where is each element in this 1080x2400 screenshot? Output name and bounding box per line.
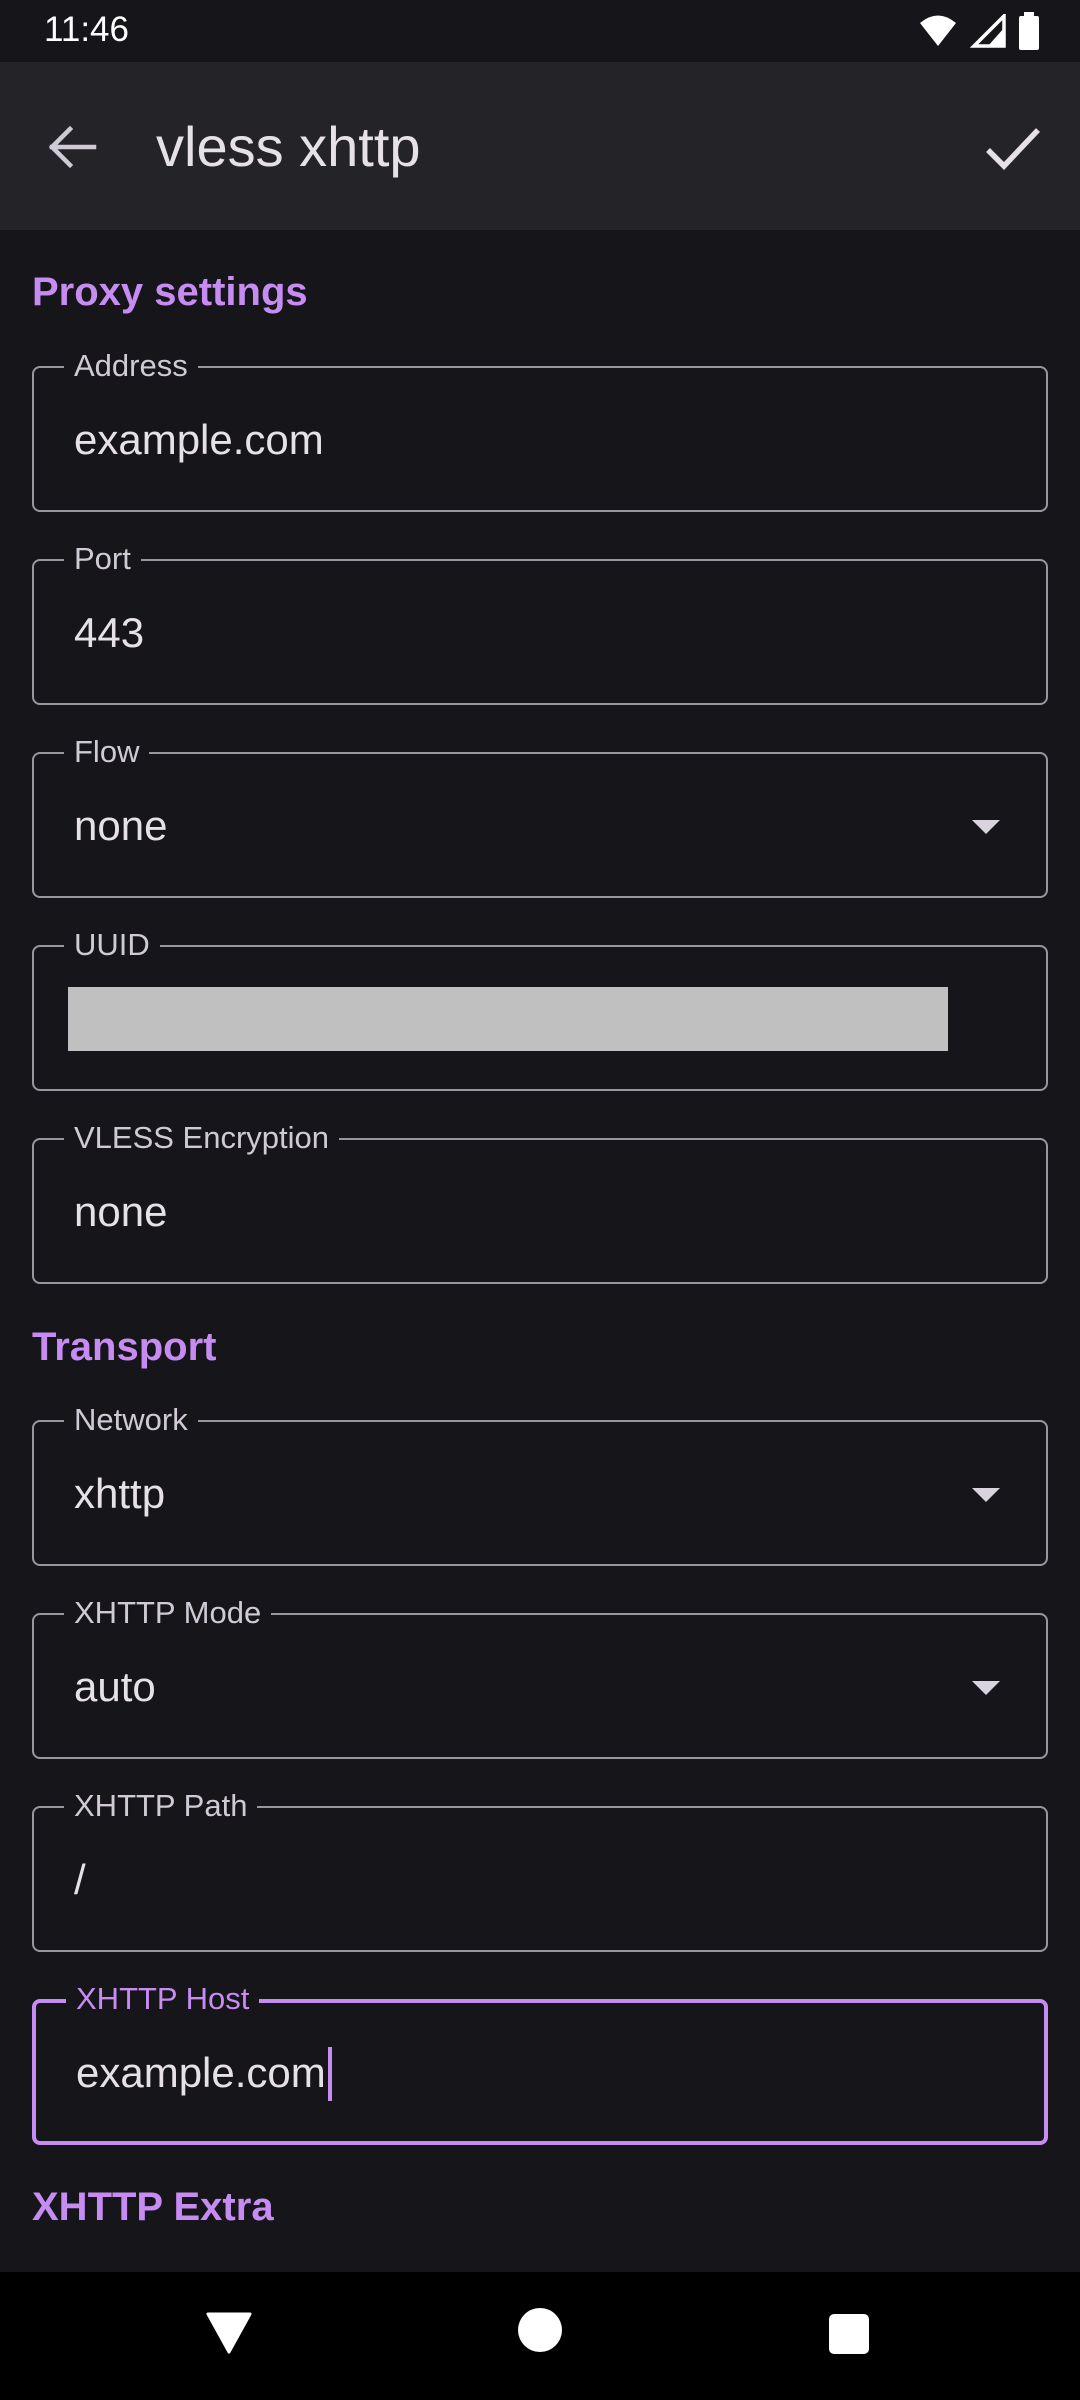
xhttp-mode-label: XHTTP Mode	[64, 1593, 272, 1633]
status-bar: 11:46	[0, 0, 1080, 62]
network-dropdown[interactable]: Network xhttp	[32, 1400, 1048, 1566]
text-cursor	[327, 2047, 332, 2101]
flow-value: none	[74, 802, 168, 849]
vless-encryption-value: none	[74, 1188, 168, 1235]
xhttp-host-value: example.com	[76, 2049, 326, 2097]
vless-encryption-field[interactable]: VLESS Encryption none	[32, 1118, 1048, 1284]
nav-recents-icon[interactable]	[829, 2314, 869, 2354]
nav-back-icon	[206, 2312, 252, 2354]
port-value: 443	[74, 609, 145, 656]
uuid-label: UUID	[64, 925, 160, 965]
port-field[interactable]: Port 443	[32, 539, 1048, 705]
section-title-proxy-settings: Proxy settings	[32, 270, 308, 314]
dropdown-arrow-icon	[972, 820, 1000, 834]
address-label: Address	[64, 346, 198, 386]
save-button[interactable]	[974, 110, 1050, 186]
nav-home-icon[interactable]	[518, 2308, 562, 2352]
section-title-xhttp-extra: XHTTP Extra	[32, 2185, 274, 2229]
network-label: Network	[64, 1400, 198, 1440]
port-label: Port	[64, 539, 141, 579]
dropdown-arrow-icon	[972, 1681, 1000, 1695]
page-title: vless xhttp	[156, 115, 421, 178]
xhttp-path-value: /	[74, 1856, 86, 1903]
vless-encryption-label: VLESS Encryption	[64, 1118, 340, 1158]
back-button[interactable]	[36, 112, 106, 182]
network-value: xhttp	[74, 1470, 166, 1517]
uuid-field[interactable]: UUID	[32, 925, 1048, 1091]
flow-label: Flow	[64, 732, 150, 772]
battery-icon	[1019, 12, 1039, 50]
xhttp-path-label: XHTTP Path	[64, 1786, 258, 1826]
nav-back-button[interactable]	[204, 2308, 254, 2358]
xhttp-host-field[interactable]: XHTTP Host example.com	[32, 1979, 1048, 2145]
dropdown-arrow-icon	[972, 1488, 1000, 1502]
xhttp-mode-dropdown[interactable]: XHTTP Mode auto	[32, 1593, 1048, 1759]
check-icon	[986, 128, 1040, 170]
status-icons	[918, 12, 1040, 50]
flow-dropdown[interactable]: Flow none	[32, 732, 1048, 898]
cell-signal-icon	[970, 14, 1006, 48]
xhttp-path-field[interactable]: XHTTP Path /	[32, 1786, 1048, 1952]
wifi-icon	[920, 15, 956, 46]
status-time: 11:46	[44, 10, 129, 49]
arrow-back-icon	[48, 125, 97, 169]
address-value: example.com	[74, 416, 324, 463]
settings-form[interactable]: Proxy settings Address example.com Port …	[0, 230, 1080, 2272]
xhttp-mode-value: auto	[74, 1663, 156, 1710]
address-field[interactable]: Address example.com	[32, 346, 1048, 512]
section-title-transport: Transport	[32, 1325, 217, 1369]
xhttp-host-value-wrap: example.com	[76, 2047, 332, 2103]
system-nav-bar	[0, 2272, 1080, 2400]
app-bar: vless xhttp	[0, 62, 1080, 230]
xhttp-host-label: XHTTP Host	[66, 1979, 260, 2019]
uuid-redacted-value	[68, 987, 948, 1051]
